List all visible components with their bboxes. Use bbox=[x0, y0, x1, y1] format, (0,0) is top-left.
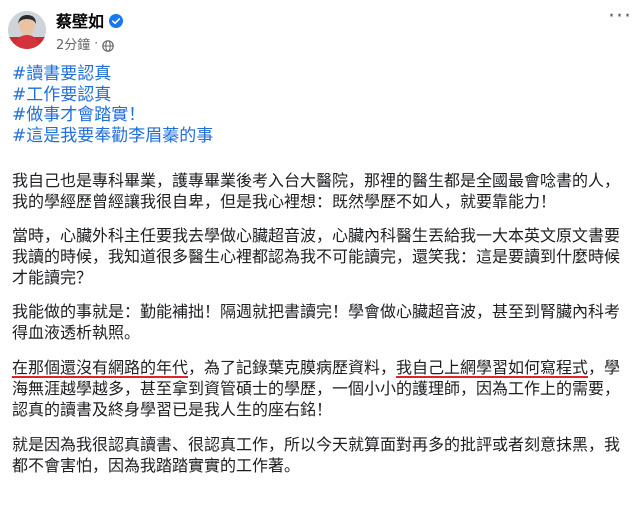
underlined-phrase: 在那個還沒有網路的年代 bbox=[12, 358, 189, 377]
post-sub-row: 2分鐘 · bbox=[56, 34, 123, 53]
post-body: 我自己也是專科畢業，護專畢業後考入台大醫院，那裡的醫生都是全國最會唸書的人，我的… bbox=[12, 170, 628, 476]
separator-dot: · bbox=[94, 36, 99, 50]
hashtag-list: #讀書要認真 #工作要認真 #做事才會踏實！ #這是我要奉勸李眉蓁的事 bbox=[12, 64, 213, 146]
hashtag-link[interactable]: #這是我要奉勸李眉蓁的事 bbox=[12, 126, 213, 147]
paragraph-4-text: ，為了記錄葉克膜病歷資料， bbox=[188, 358, 397, 377]
verified-badge-icon bbox=[109, 13, 124, 28]
paragraph-1: 我自己也是專科畢業，護專畢業後考入台大醫院，那裡的醫生都是全國最會唸書的人，我的… bbox=[12, 171, 621, 211]
more-options-icon[interactable]: ··· bbox=[608, 4, 632, 29]
paragraph-3: 我能做的事就是：勤能補拙！隔週就把書讀完！學會做心臟超音波，甚至到腎臟內科考得血… bbox=[12, 302, 621, 342]
paragraph-5: 就是因為我很認真讀書、很認真工作，所以今天就算面對再多的批評或者刻意抹黑，我都不… bbox=[12, 435, 621, 475]
post-header: 蔡壁如 2分鐘 · bbox=[8, 8, 124, 53]
paragraph-2: 當時，心臟外科主任要我去學做心臟超音波，心臟內科醫生丟給我一大本英文原文書要我讀… bbox=[12, 226, 621, 287]
paragraph-4: 在那個還沒有網路的年代，為了記錄葉克膜病歷資料，我自己上網學習如何寫程式，學海無… bbox=[12, 357, 628, 420]
hashtag-link[interactable]: #工作要認真 bbox=[12, 85, 213, 106]
post-meta: 蔡壁如 2分鐘 · bbox=[56, 8, 124, 53]
underlined-phrase: 我自己上網學習如何寫程式 bbox=[396, 358, 589, 377]
facebook-post: 蔡壁如 2分鐘 · ··· #讀書要認真 #工作要認真 #做事才會踏實！ #這是… bbox=[0, 0, 640, 513]
hashtag-link[interactable]: #做事才會踏實！ bbox=[12, 105, 213, 126]
author-name[interactable]: 蔡壁如 bbox=[56, 8, 104, 32]
avatar[interactable] bbox=[8, 11, 46, 49]
globe-icon[interactable] bbox=[102, 37, 114, 52]
author-row: 蔡壁如 bbox=[56, 8, 124, 32]
hashtag-link[interactable]: #讀書要認真 bbox=[12, 64, 213, 85]
avatar-image bbox=[8, 11, 46, 49]
post-timestamp[interactable]: 2分鐘 bbox=[56, 34, 90, 53]
